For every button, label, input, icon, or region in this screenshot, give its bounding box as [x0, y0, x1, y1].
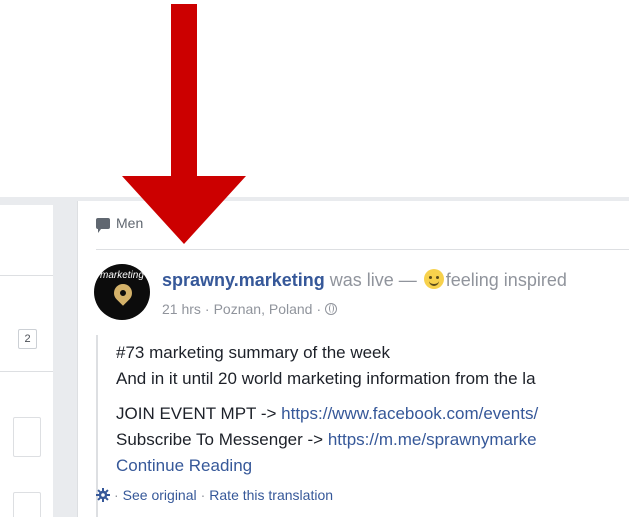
link-prefix: JOIN EVENT MPT ->: [116, 404, 282, 423]
see-original-link[interactable]: See original: [123, 487, 197, 503]
divider: [0, 371, 53, 372]
activity-text: was live —: [324, 270, 422, 290]
post-text-line: JOIN EVENT MPT -> https://www.facebook.c…: [116, 404, 538, 424]
divider: [0, 275, 53, 276]
red-arrow-annotation: [122, 4, 246, 244]
post-text-line: Subscribe To Messenger -> https://m.me/s…: [116, 430, 537, 450]
input-field[interactable]: [13, 492, 41, 517]
feeling-text: feeling inspired: [445, 270, 567, 290]
continue-reading-link[interactable]: Continue Reading: [116, 456, 252, 476]
avatar[interactable]: marketing: [94, 264, 150, 320]
rate-translation-link[interactable]: Rate this translation: [209, 487, 333, 503]
translation-footer: · See original · Rate this translation: [96, 487, 333, 503]
message-icon: [96, 217, 110, 233]
event-link[interactable]: https://www.facebook.com/events/: [281, 404, 538, 423]
map-pin-icon: [110, 280, 136, 306]
author-link[interactable]: sprawny.marketing: [162, 270, 325, 290]
input-field[interactable]: [13, 417, 41, 457]
messenger-link[interactable]: https://m.me/sprawnymarke: [328, 430, 537, 449]
separator: ·: [204, 301, 210, 317]
globe-icon[interactable]: [325, 303, 338, 315]
separator: ·: [114, 487, 119, 503]
separator: ·: [200, 487, 206, 503]
facebook-screen: 2 Men marketing sprawny.marketing was li…: [0, 197, 629, 517]
count-badge[interactable]: 2: [18, 329, 37, 349]
gear-icon[interactable]: [96, 488, 110, 502]
divider: [96, 249, 629, 250]
left-column: 2: [0, 205, 53, 517]
timestamp-link[interactable]: 21 hrs: [162, 301, 201, 317]
location-link[interactable]: Poznan, Poland: [214, 301, 313, 317]
separator: ·: [316, 301, 322, 317]
feeling-emoji-icon: [423, 269, 444, 289]
post-text-line: #73 marketing summary of the week: [116, 343, 391, 362]
post-text-line: And in it until 20 world marketing infor…: [116, 369, 536, 388]
link-prefix: Subscribe To Messenger ->: [116, 430, 328, 449]
post-title-line: sprawny.marketing was live — feeling ins…: [162, 269, 567, 291]
avatar-text: marketing: [100, 270, 144, 281]
news-feed-post: Men marketing sprawny.marketing was live…: [77, 201, 629, 517]
post-meta: 21 hrs · Poznan, Poland ·: [162, 301, 338, 317]
